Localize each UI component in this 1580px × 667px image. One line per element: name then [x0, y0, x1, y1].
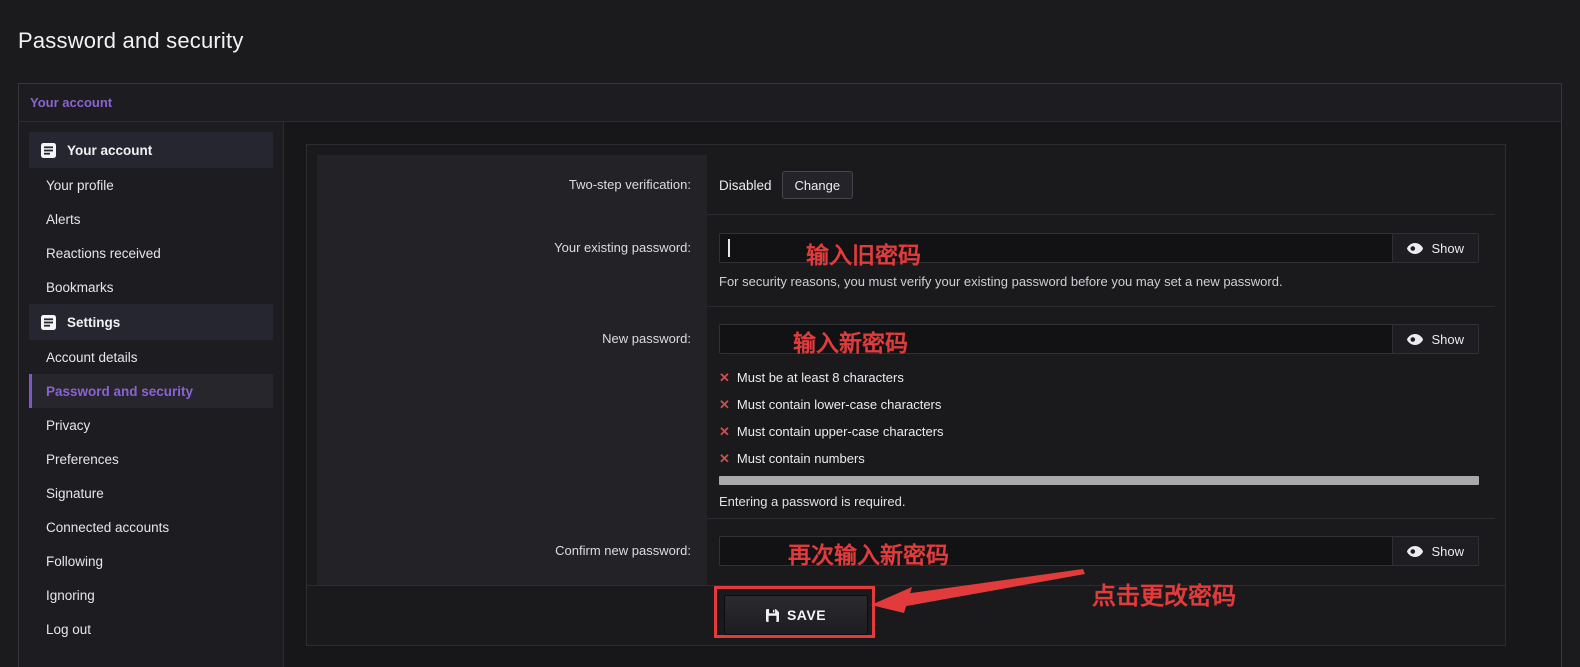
new-password-row: New password: Show ✕ Must be at least 8 … [317, 307, 1495, 519]
password-strength-bar [719, 476, 1479, 485]
sidebar-section-settings[interactable]: Settings [29, 304, 273, 340]
account-container: Your account Your account Your profile A… [18, 83, 1562, 667]
sidebar-item-password-and-security[interactable]: Password and security [29, 374, 273, 408]
sidebar-item-reactions-received[interactable]: Reactions received [29, 236, 273, 270]
two-step-status: Disabled [719, 177, 772, 193]
existing-password-input-group: Show [719, 233, 1479, 263]
requirement-item: ✕ Must contain numbers [719, 445, 1479, 472]
sidebar-section-label: Settings [67, 314, 121, 330]
confirm-password-label: Confirm new password: [317, 519, 707, 585]
fail-icon: ✕ [719, 423, 730, 439]
requirement-text: Must be at least 8 characters [736, 370, 904, 385]
sidebar-item-connected-accounts[interactable]: Connected accounts [29, 510, 273, 544]
show-confirm-password-button[interactable]: Show [1392, 537, 1478, 565]
requirement-text: Must contain upper-case characters [736, 424, 944, 439]
show-button-label: Show [1431, 331, 1464, 347]
eye-icon [1407, 545, 1424, 557]
fail-icon: ✕ [719, 369, 730, 385]
settings-form-panel: Two-step verification: Disabled Change Y… [306, 144, 1506, 646]
new-password-input[interactable] [720, 325, 1393, 353]
sidebar-item-log-out[interactable]: Log out [29, 612, 273, 646]
save-button-label: SAVE [786, 607, 827, 623]
fail-icon: ✕ [719, 450, 730, 466]
list-icon [41, 314, 56, 330]
text-cursor [728, 239, 730, 257]
confirm-password-row: Confirm new password: Show [317, 519, 1495, 585]
requirement-item: ✕ Must contain lower-case characters [719, 391, 1479, 418]
sidebar-item-account-details[interactable]: Account details [29, 340, 273, 374]
new-password-input-group: Show [719, 324, 1479, 354]
confirm-password-input-group: Show [719, 536, 1479, 566]
two-step-row: Two-step verification: Disabled Change [317, 155, 1495, 215]
sidebar-section-label: Your account [67, 142, 153, 158]
sidebar-item-bookmarks[interactable]: Bookmarks [29, 270, 273, 304]
sidebar: Your account Your profile Alerts Reactio… [19, 122, 284, 667]
new-password-label: New password: [317, 307, 707, 519]
save-icon [765, 608, 779, 622]
show-button-label: Show [1431, 543, 1464, 559]
change-button[interactable]: Change [781, 171, 854, 199]
sidebar-item-signature[interactable]: Signature [29, 476, 273, 510]
form-footer: SAVE [307, 585, 1505, 646]
requirement-item: ✕ Must be at least 8 characters [719, 364, 1479, 391]
main-content: Two-step verification: Disabled Change Y… [284, 122, 1561, 667]
page-title: Password and security [18, 28, 244, 53]
requirement-text: Must contain numbers [736, 451, 865, 466]
sidebar-item-preferences[interactable]: Preferences [29, 442, 273, 476]
sidebar-item-ignoring[interactable]: Ignoring [29, 578, 273, 612]
eye-icon [1407, 333, 1424, 345]
list-icon [41, 142, 56, 158]
password-required-note: Entering a password is required. [719, 494, 906, 509]
existing-password-label: Your existing password: [317, 215, 707, 307]
two-step-label: Two-step verification: [317, 155, 707, 215]
requirement-text: Must contain lower-case characters [736, 397, 942, 412]
sidebar-item-following[interactable]: Following [29, 544, 273, 578]
sidebar-item-your-profile[interactable]: Your profile [29, 168, 273, 202]
existing-password-input[interactable] [720, 234, 1393, 262]
fail-icon: ✕ [719, 396, 730, 412]
show-existing-password-button[interactable]: Show [1392, 234, 1478, 262]
password-requirements: ✕ Must be at least 8 characters ✕ Must con… [719, 364, 1479, 472]
sidebar-section-your-account[interactable]: Your account [29, 132, 273, 168]
sidebar-item-privacy[interactable]: Privacy [29, 408, 273, 442]
breadcrumb-link[interactable]: Your account [30, 95, 112, 110]
eye-icon [1407, 242, 1424, 254]
breadcrumb: Your account [19, 84, 1561, 122]
save-button[interactable]: SAVE [724, 595, 868, 635]
show-new-password-button[interactable]: Show [1392, 325, 1478, 353]
requirement-item: ✕ Must contain upper-case characters [719, 418, 1479, 445]
show-button-label: Show [1431, 240, 1464, 256]
sidebar-item-alerts[interactable]: Alerts [29, 202, 273, 236]
confirm-password-input[interactable] [720, 537, 1393, 565]
existing-password-hint: For security reasons, you must verify yo… [719, 274, 1283, 289]
existing-password-row: Your existing password: Show For securit… [317, 215, 1495, 307]
